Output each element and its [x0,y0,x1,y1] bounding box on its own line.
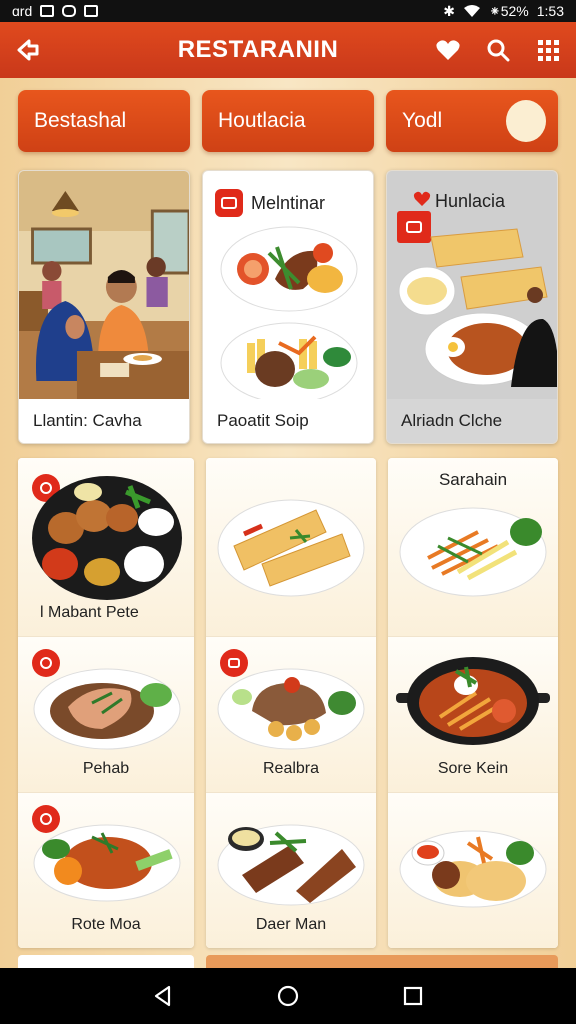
grid-column-3: Sarahain Sore Kein [388,458,558,948]
food-tile[interactable]: Realbra [206,637,376,794]
featured-card-dishes[interactable]: Melntinar Paoatit Soip [202,170,374,444]
featured-caption: Alriadn Clche [387,399,557,443]
food-title: Sarahain [438,470,508,489]
status-bar: ɑrd ✱ ⁕52% 1:53 [0,0,576,22]
category-row: Bestashal Houtlacia Yodl [18,90,558,152]
heart-icon [413,191,431,206]
egg-icon [506,100,546,142]
square-recents-icon [404,986,423,1006]
food-label: Sore Kein [437,760,509,778]
next-card-peek[interactable] [18,955,194,968]
food-label: Realbra [262,760,320,778]
food-tile[interactable]: Daer Man [206,793,376,948]
nav-recents-button[interactable] [399,982,427,1010]
food-tile[interactable]: l Mabant Pete [18,458,194,638]
wraps-image [398,228,557,387]
food-tile[interactable] [388,793,558,948]
nav-back-button[interactable] [149,982,177,1010]
plate-image-rice [33,824,181,902]
pan-image [396,657,550,746]
nav-home-button[interactable] [274,982,302,1010]
app-title: RESTARANIN [177,36,339,63]
battery-text: ⁕52% [488,2,529,19]
category-label: Houtlacia [218,109,306,132]
clock: 1:53 [536,3,564,19]
triangle-back-icon [154,985,170,1007]
menu-badge-icon [215,189,243,217]
status-carrier-text: ɑrd [12,3,33,19]
featured-title: Hunlacia [435,191,506,211]
plate-image-meat [217,668,365,750]
featured-row: Llantin: Cavha Melntinar Paoatit Soip Hu… [18,170,558,444]
grid-column-1: l Mabant Pete Pehab Rote Moa [18,458,194,948]
gallery-notification-icon [40,5,55,17]
category-label: Bestashal [34,109,127,132]
heart-icon [436,40,460,60]
next-card-peek[interactable] [206,955,558,968]
food-label: Daer Man [255,916,327,933]
featured-card-restaurant[interactable]: Llantin: Cavha [18,170,190,444]
food-label: Rote Moa [71,916,141,933]
category-button-3[interactable]: Yodl [386,90,558,152]
favorites-button[interactable] [434,36,462,64]
featured-title: Melntinar [251,193,326,213]
plate-image-flatbread [399,830,547,908]
category-button-2[interactable]: Houtlacia [202,90,374,152]
food-label: l Mabant Pete [40,604,139,622]
plate-image-fries [220,322,358,404]
next-row-peek [18,955,558,968]
app-bar: RESTARANIN [0,22,576,78]
plate-image-rice-fish [33,668,181,750]
food-tile[interactable]: Rote Moa [18,793,194,948]
category-label: Yodl [402,109,443,132]
category-button-1[interactable]: Bestashal [18,90,190,152]
grid-menu-icon [538,40,559,61]
plate-image-grilled [220,226,358,312]
plate-image-noodles [399,507,547,597]
plate-image-kebab [217,824,365,906]
search-button[interactable] [484,36,512,64]
grid-column-2: Realbra Daer Man [206,458,376,948]
bluetooth-icon: ✱ [443,2,455,19]
food-tile[interactable]: Pehab [18,637,194,794]
restaurant-scene-image [19,171,189,401]
featured-caption: Llantin: Cavha [19,399,189,443]
food-tile[interactable]: Sarahain [388,458,558,638]
system-nav-bar [0,968,576,1024]
food-grid: l Mabant Pete Pehab Rote Moa Realbra Dae… [18,458,558,948]
back-button[interactable] [14,36,42,64]
wifi-icon [463,5,480,17]
featured-card-wraps[interactable]: Hunlacia Alriadn Clche [386,170,558,444]
plate-image-wraps [217,499,365,597]
app-notification-icon [62,5,77,17]
featured-caption: Paoatit Soip [203,399,373,443]
circle-home-icon [277,985,299,1007]
platter-image [32,476,182,600]
food-tile[interactable]: Sore Kein [388,637,558,794]
download-notification-icon [84,5,99,17]
menu-button[interactable] [534,36,562,64]
search-icon [487,39,510,62]
back-arrow-icon [17,39,39,61]
food-label: Pehab [82,760,130,778]
food-tile[interactable] [206,458,376,638]
